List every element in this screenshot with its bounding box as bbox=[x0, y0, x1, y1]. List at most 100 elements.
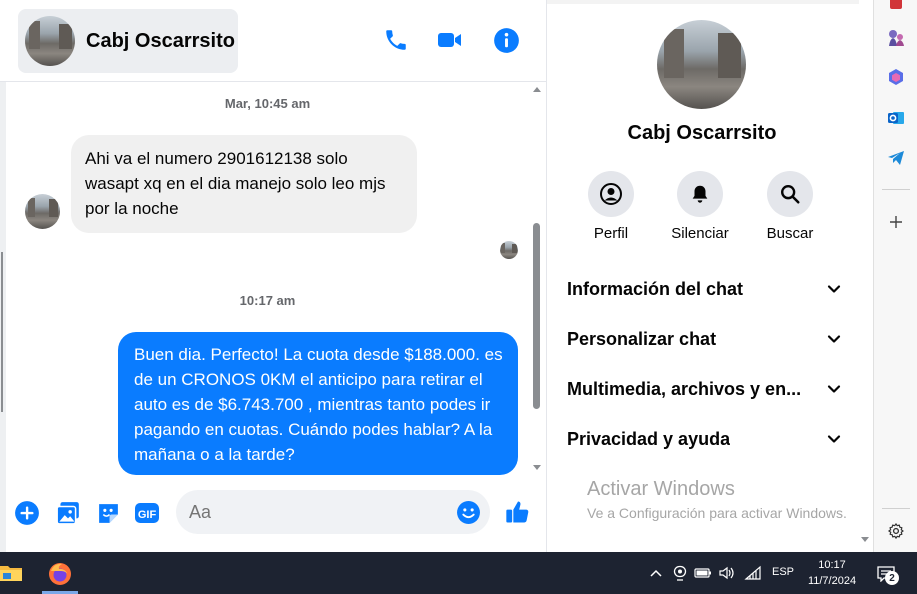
message-timestamp: Mar, 10:45 am bbox=[224, 96, 311, 111]
info-scroll-down-arrow-icon[interactable] bbox=[861, 537, 869, 542]
tray-battery-icon[interactable] bbox=[694, 564, 712, 582]
audio-call-button[interactable] bbox=[382, 26, 410, 54]
contact-avatar bbox=[25, 16, 75, 66]
chevron-down-icon bbox=[827, 285, 841, 293]
notification-center-button[interactable]: 2 bbox=[872, 562, 900, 586]
tray-language[interactable]: ESP bbox=[772, 566, 794, 578]
notification-badge: 2 bbox=[885, 571, 899, 585]
sidebar-games-button[interactable] bbox=[886, 28, 906, 48]
shopping-bag-icon bbox=[890, 0, 902, 9]
tray-clock-time[interactable]: 10:17 bbox=[802, 558, 862, 573]
chat-header: Cabj Oscarrsito bbox=[0, 0, 546, 82]
taskbar-file-explorer[interactable] bbox=[0, 562, 22, 584]
webcam-icon bbox=[673, 565, 687, 581]
section-media-files[interactable]: Multimedia, archivos y en... bbox=[567, 374, 842, 404]
tray-clock-date[interactable]: 11/7/2024 bbox=[802, 574, 862, 589]
chess-piece-icon bbox=[889, 30, 904, 46]
sender-avatar bbox=[25, 194, 60, 229]
plus-icon bbox=[890, 216, 902, 228]
info-contact-name: Cabj Oscarrsito bbox=[627, 122, 777, 144]
windows-taskbar: ESP 10:17 11/7/2024 2 bbox=[0, 552, 917, 594]
section-privacy-help[interactable]: Privacidad y ayuda bbox=[567, 424, 842, 454]
watermark-title: Activar Windows bbox=[587, 478, 735, 500]
section-chat-info[interactable]: Información del chat bbox=[567, 274, 842, 304]
conversation-info-panel: Cabj Oscarrsito Perfil Silenciar Buscar … bbox=[547, 0, 873, 552]
wifi-icon bbox=[744, 565, 761, 580]
bell-icon bbox=[692, 185, 708, 203]
info-avatar[interactable] bbox=[657, 20, 746, 109]
phone-icon bbox=[386, 30, 406, 50]
app-window: Cabj Oscarrsito Mar, 10:45 am Ahi va el … bbox=[0, 0, 917, 594]
gif-label: GIF bbox=[138, 509, 157, 521]
search-icon bbox=[781, 185, 800, 204]
tray-meet-icon[interactable] bbox=[672, 564, 688, 582]
info-icon bbox=[493, 27, 519, 53]
sidebar-settings-button[interactable] bbox=[886, 521, 906, 541]
chat-scrollbar[interactable] bbox=[530, 83, 544, 476]
gif-button[interactable]: GIF bbox=[134, 500, 160, 526]
video-call-button[interactable] bbox=[436, 26, 464, 54]
sidebar-add-button[interactable] bbox=[886, 212, 906, 232]
sidebar-copilot-button[interactable] bbox=[886, 67, 906, 87]
send-like-button[interactable] bbox=[504, 498, 532, 526]
tray-volume-icon[interactable] bbox=[718, 564, 736, 582]
photo-gallery-icon bbox=[56, 502, 79, 525]
tray-network-icon[interactable] bbox=[744, 564, 762, 582]
scroll-thumb[interactable] bbox=[533, 223, 540, 409]
send-plane-icon bbox=[888, 151, 904, 165]
chevron-down-icon bbox=[827, 335, 841, 343]
message-timestamp: 10:17 am bbox=[239, 293, 296, 308]
copilot-icon bbox=[889, 69, 903, 85]
windows-activation-watermark: Activar Windows Ve a Configuración para … bbox=[587, 478, 847, 521]
scroll-down-arrow-icon[interactable] bbox=[533, 465, 541, 470]
profile-icon bbox=[600, 183, 622, 205]
gif-icon: GIF bbox=[135, 503, 159, 523]
browser-sidebar bbox=[873, 0, 917, 552]
section-label: Privacidad y ayuda bbox=[567, 428, 731, 449]
section-label: Personalizar chat bbox=[567, 328, 717, 349]
plus-circle-icon bbox=[15, 501, 39, 525]
chevron-down-icon bbox=[827, 385, 841, 393]
speaker-icon bbox=[719, 566, 734, 580]
battery-icon bbox=[694, 568, 711, 578]
read-receipt-avatar bbox=[500, 241, 518, 259]
firefox-icon bbox=[49, 563, 71, 585]
chat-pane: Cabj Oscarrsito Mar, 10:45 am Ahi va el … bbox=[0, 0, 547, 552]
emoji-button[interactable] bbox=[456, 500, 481, 525]
header-contact-button[interactable]: Cabj Oscarrsito bbox=[18, 9, 238, 73]
mute-action[interactable]: Silenciar bbox=[655, 171, 745, 242]
sidebar-shopping-button[interactable] bbox=[886, 0, 906, 14]
folder-icon bbox=[0, 566, 22, 581]
search-action-label: Buscar bbox=[766, 225, 814, 242]
video-camera-icon bbox=[438, 33, 461, 47]
profile-action[interactable]: Perfil bbox=[566, 171, 656, 242]
thumbs-up-icon bbox=[506, 501, 529, 523]
taskbar-firefox[interactable] bbox=[46, 560, 74, 588]
outgoing-message-bubble[interactable]: Buen dia. Perfecto! La cuota desde $188.… bbox=[118, 332, 518, 475]
conversation-info-button[interactable] bbox=[492, 26, 520, 54]
section-label: Información del chat bbox=[567, 278, 744, 299]
attach-photo-button[interactable] bbox=[55, 500, 81, 526]
message-composer: GIF bbox=[0, 480, 546, 548]
search-action[interactable]: Buscar bbox=[745, 171, 835, 242]
watermark-subtitle: Ve a Configuración para activar Windows. bbox=[587, 505, 847, 521]
section-customize-chat[interactable]: Personalizar chat bbox=[567, 324, 842, 354]
message-list[interactable]: Mar, 10:45 am Ahi va el numero 290161213… bbox=[6, 83, 529, 476]
section-label: Multimedia, archivos y en... bbox=[567, 378, 802, 399]
tray-show-hidden-icons[interactable] bbox=[648, 564, 664, 582]
gear-icon bbox=[888, 523, 904, 539]
message-input[interactable] bbox=[189, 501, 439, 523]
sticker-icon bbox=[98, 503, 118, 523]
contact-name: Cabj Oscarrsito bbox=[86, 29, 235, 52]
sticker-button[interactable] bbox=[95, 500, 121, 526]
sidebar-telegram-button[interactable] bbox=[886, 148, 906, 168]
chevron-down-icon bbox=[827, 435, 841, 443]
scroll-up-arrow-icon[interactable] bbox=[533, 87, 541, 92]
smiley-icon bbox=[457, 501, 480, 524]
mute-action-label: Silenciar bbox=[671, 225, 729, 242]
sidebar-outlook-button[interactable] bbox=[886, 108, 906, 128]
profile-action-label: Perfil bbox=[593, 225, 629, 242]
more-actions-button[interactable] bbox=[14, 500, 40, 526]
incoming-message-bubble[interactable]: Ahi va el numero 2901612138 solo wasapt … bbox=[71, 135, 417, 233]
message-input-box[interactable] bbox=[176, 490, 490, 534]
